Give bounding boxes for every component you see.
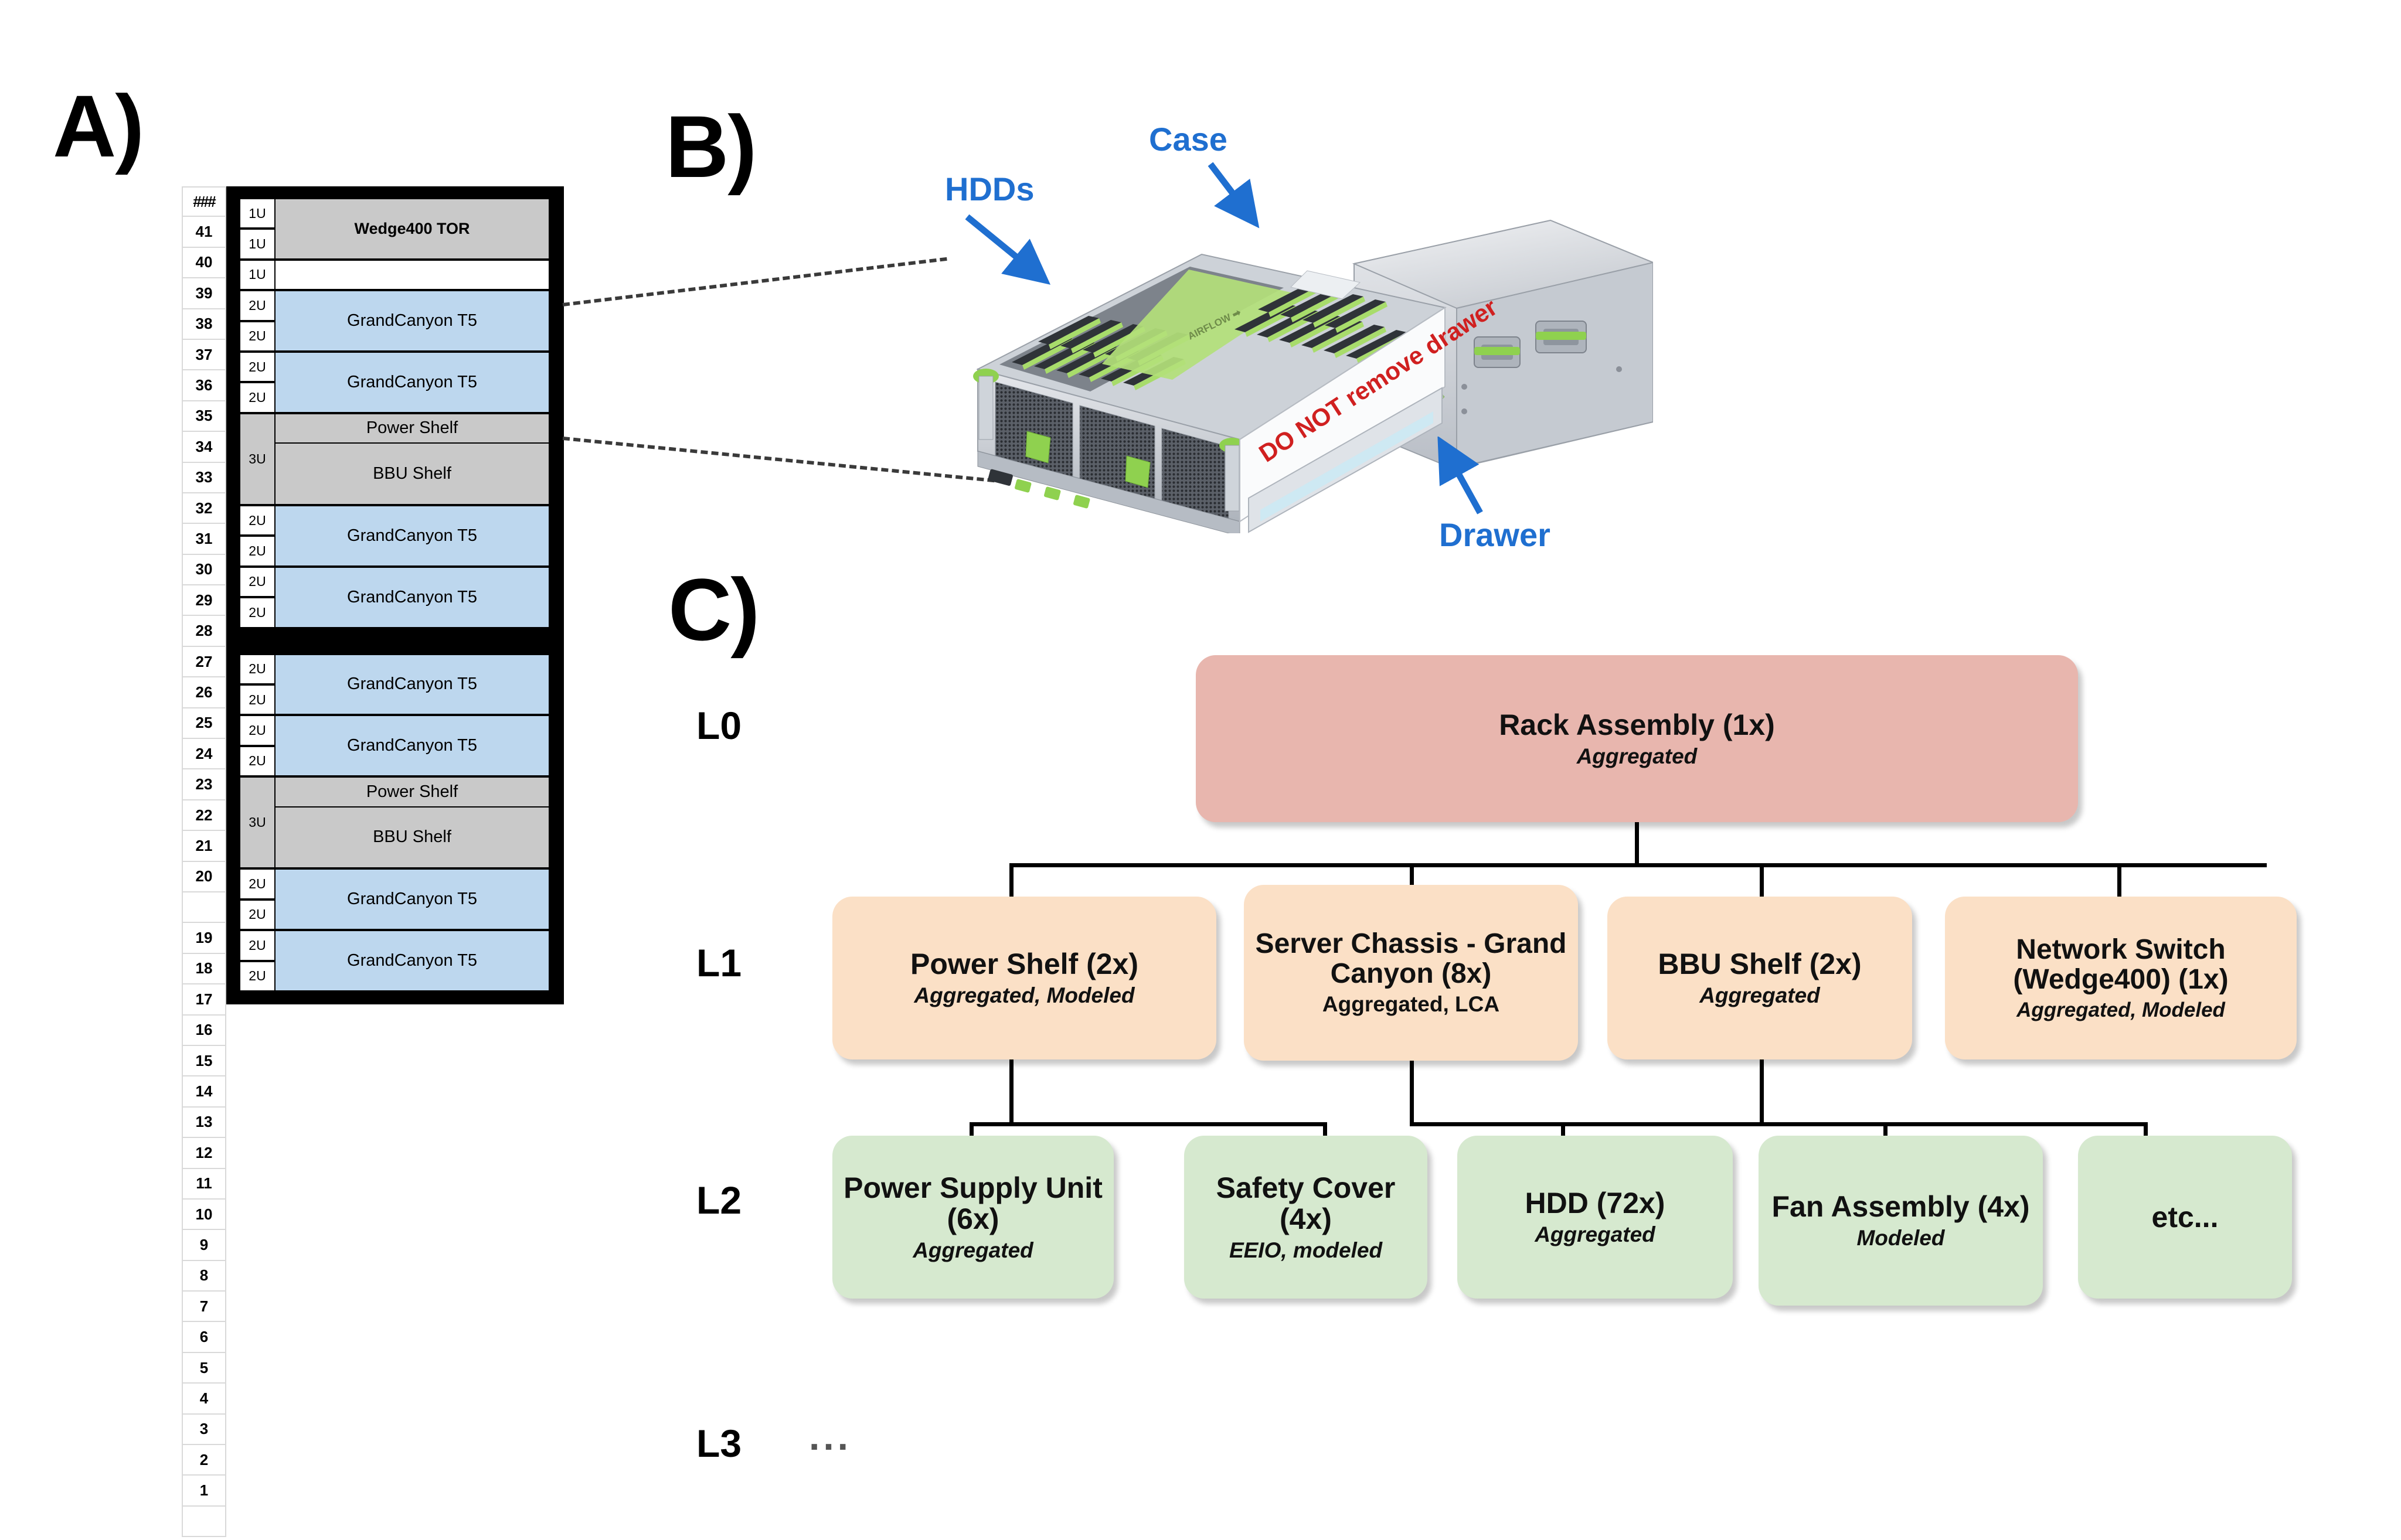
node-subtitle: Aggregated	[1699, 983, 1820, 1008]
tree-node-network-switch-wedge400[interactable]: Network Switch (Wedge400) (1x) Aggregate…	[1945, 897, 2297, 1059]
tree-node-bbu-shelf[interactable]: BBU Shelf (2x) Aggregated	[1607, 897, 1912, 1059]
l3-ellipsis: ...	[809, 1415, 852, 1458]
level-label-l3: L3	[696, 1422, 742, 1465]
level-label-l0: L0	[696, 704, 742, 747]
node-title: Network Switch (Wedge400) (1x)	[2013, 933, 2229, 995]
node-subtitle: Aggregated	[1576, 744, 1698, 768]
tree-node-etc[interactable]: etc...	[2078, 1136, 2292, 1299]
edge-ps-bus	[970, 1122, 1327, 1126]
node-subtitle: Aggregated, Modeled	[2016, 998, 2225, 1021]
bom-hierarchy-tree: L0 L1 L2 L3 ... Rack Assembly (1x) Aggre…	[0, 0, 2401, 1540]
edge-l1-drop-2	[1760, 863, 1764, 900]
node-title: Rack Assembly (1x)	[1499, 708, 1775, 741]
tree-node-power-supply-unit[interactable]: Power Supply Unit (6x) Aggregated	[832, 1136, 1114, 1299]
tree-node-fan-assembly[interactable]: Fan Assembly (4x) Modeled	[1759, 1136, 2043, 1306]
level-label-l2: L2	[696, 1178, 742, 1222]
node-subtitle: Aggregated	[913, 1238, 1033, 1262]
tree-node-rack-assembly[interactable]: Rack Assembly (1x) Aggregated	[1196, 655, 2078, 822]
edge-l0-stem	[1635, 822, 1639, 864]
level-label-l1: L1	[696, 941, 742, 984]
edge-l1-drop-0	[1009, 863, 1014, 900]
node-title: Fan Assembly (4x)	[1771, 1190, 2030, 1224]
node-subtitle: Aggregated, LCA	[1322, 992, 1500, 1017]
node-title: Safety Cover (4x)	[1216, 1171, 1396, 1235]
node-subtitle: Aggregated, Modeled	[914, 983, 1135, 1008]
edge-bbu-stem	[1760, 1059, 1764, 1124]
edge-sc-bus	[1410, 1122, 2147, 1126]
tree-node-server-chassis-grand-canyon[interactable]: Server Chassis - Grand Canyon (8x) Aggre…	[1244, 885, 1578, 1061]
edge-sc-stem	[1410, 1061, 1414, 1124]
node-title: HDD (72x)	[1525, 1187, 1665, 1220]
node-title: BBU Shelf (2x)	[1658, 948, 1862, 981]
node-title: Power Shelf (2x)	[910, 948, 1138, 981]
edge-l0-bus	[1009, 863, 2267, 867]
node-title: Server Chassis - Grand Canyon (8x)	[1255, 928, 1567, 989]
tree-node-hdd[interactable]: HDD (72x) Aggregated	[1457, 1136, 1733, 1299]
edge-l1-drop-3	[2117, 863, 2121, 900]
node-subtitle: EEIO, modeled	[1229, 1238, 1383, 1262]
node-subtitle: Aggregated	[1535, 1222, 1655, 1247]
node-title: Power Supply Unit (6x)	[844, 1171, 1103, 1235]
node-title: etc...	[2151, 1200, 2219, 1234]
node-subtitle: Modeled	[1856, 1226, 1945, 1251]
tree-node-power-shelf[interactable]: Power Shelf (2x) Aggregated, Modeled	[832, 897, 1216, 1059]
edge-ps-stem	[1009, 1059, 1014, 1124]
tree-node-safety-cover[interactable]: Safety Cover (4x) EEIO, modeled	[1184, 1136, 1427, 1299]
